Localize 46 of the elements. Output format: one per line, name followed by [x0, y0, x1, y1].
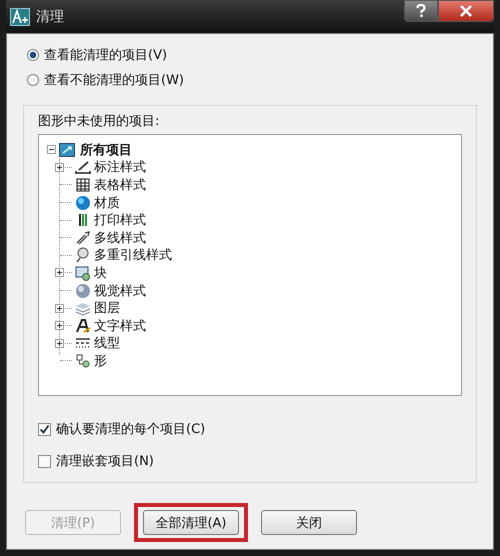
sphere-icon [75, 282, 91, 299]
checkbox-label[interactable]: 清理嵌套项目(N) [56, 452, 154, 470]
checkmark-icon [39, 424, 50, 434]
dialog-button[interactable]: 全部清理(A) [143, 510, 239, 535]
shape-icon [75, 352, 91, 369]
tree-item[interactable]: 视觉样式 [94, 282, 146, 300]
expand-icon[interactable] [55, 321, 64, 330]
ruler-pen-icon [75, 159, 91, 176]
checkbox[interactable] [38, 454, 51, 468]
radio-button[interactable] [27, 49, 39, 61]
tree-item[interactable]: 线型 [94, 334, 120, 352]
tree-item[interactable]: 表格样式 [94, 176, 146, 194]
radio-label[interactable]: 查看不能清理的项目(W) [44, 71, 184, 89]
checkbox[interactable] [38, 422, 51, 436]
globe-icon [75, 194, 91, 211]
expand-icon[interactable] [55, 268, 64, 278]
tree-item[interactable]: 图层 [94, 299, 120, 318]
tree-item[interactable]: 标注样式 [94, 158, 146, 176]
radio-button[interactable] [27, 74, 39, 86]
tree-item[interactable]: 多线样式 [94, 228, 146, 247]
tree-item[interactable]: 打印样式 [94, 211, 146, 230]
tree-item[interactable]: 材质 [94, 194, 120, 212]
tree-item[interactable]: 多重引线样式 [94, 246, 172, 264]
close-button[interactable] [438, 0, 494, 22]
close-icon [459, 5, 473, 17]
checkbox-label[interactable]: 确认要清理的每个项目(C) [56, 420, 206, 438]
expand-icon[interactable] [55, 304, 64, 313]
window-title: 清理 [36, 8, 64, 26]
tree-item[interactable]: 所有项目 [80, 140, 132, 159]
table-icon [75, 176, 91, 193]
group-label: 图形中未使用的项目: [38, 113, 160, 130]
collapse-icon[interactable] [47, 145, 56, 154]
layers-icon [75, 300, 91, 316]
block-icon [75, 264, 91, 281]
tree-item[interactable]: 块 [94, 264, 107, 282]
tree-item[interactable]: 形 [94, 352, 107, 370]
expand-icon[interactable] [55, 338, 64, 348]
help-icon [415, 4, 427, 18]
radio-label[interactable]: 查看能清理的项目(V) [44, 46, 168, 64]
expand-icon[interactable] [55, 162, 64, 172]
app-icon [10, 8, 30, 26]
help-button[interactable] [404, 0, 438, 22]
tree-item[interactable]: 文字样式 [94, 316, 146, 335]
drawing-icon [59, 142, 75, 157]
dialog-button[interactable]: 关闭 [261, 510, 357, 535]
letter-icon [75, 318, 91, 334]
